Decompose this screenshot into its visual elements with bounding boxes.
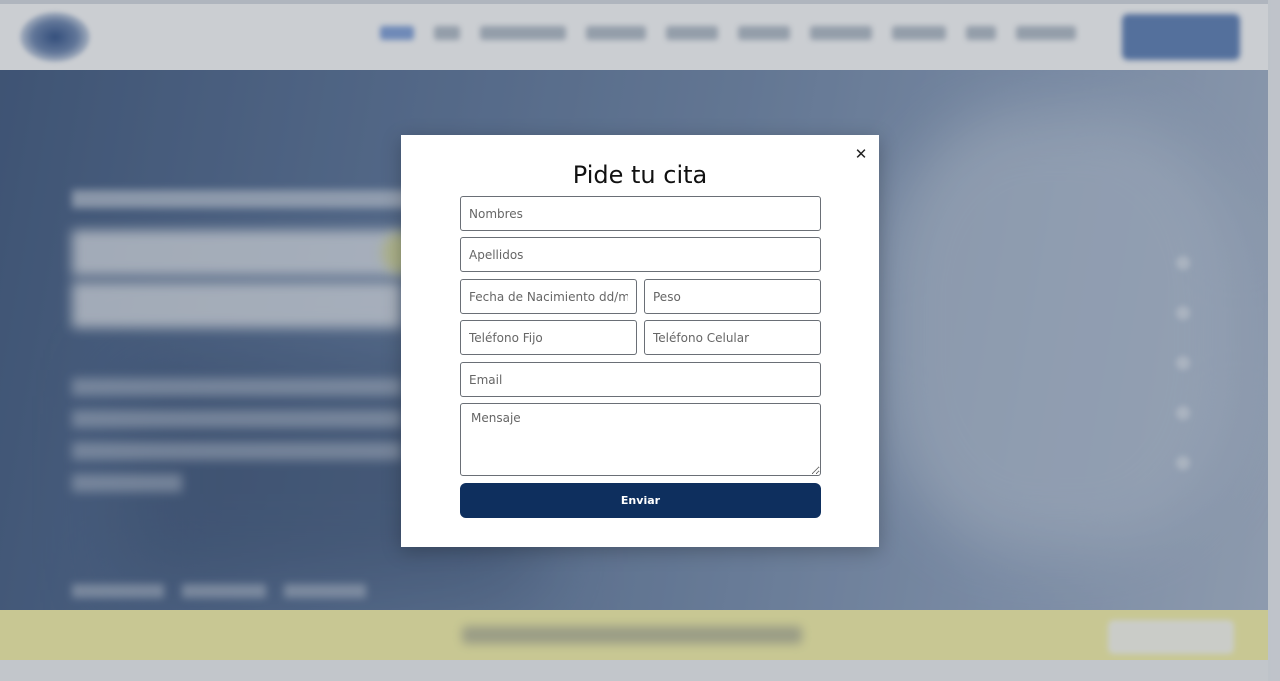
mensaje-textarea[interactable] [460, 403, 821, 476]
fecha-nacimiento-input[interactable] [460, 279, 637, 314]
nombres-input[interactable] [460, 196, 821, 231]
email-input[interactable] [460, 362, 821, 397]
peso-input[interactable] [644, 279, 821, 314]
telefono-celular-input[interactable] [644, 320, 821, 355]
telefono-fijo-input[interactable] [460, 320, 637, 355]
appointment-modal: ✕ Pide tu cita Enviar [401, 135, 879, 547]
enviar-button[interactable]: Enviar [460, 483, 821, 518]
apellidos-input[interactable] [460, 237, 821, 272]
modal-title: Pide tu cita [572, 161, 708, 189]
